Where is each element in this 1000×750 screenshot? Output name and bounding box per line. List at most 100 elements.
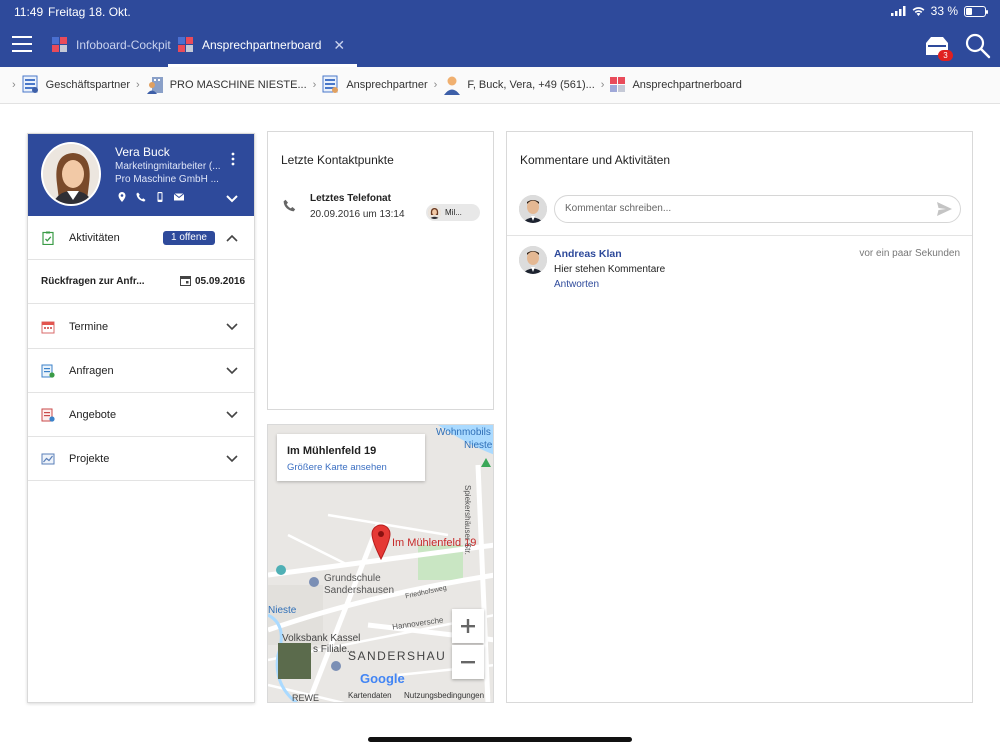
map-data-link[interactable]: Kartendaten [348, 691, 392, 700]
offer-document-icon [41, 408, 55, 422]
minus-icon [461, 661, 475, 664]
breadcrumb-item-person[interactable]: F, Buck, Vera, +49 (561)... [443, 75, 595, 95]
breadcrumb: › Geschäftspartner › PRO MASCHINE NIESTE… [0, 67, 1000, 104]
avatar [519, 246, 547, 274]
breadcrumb-item-company[interactable]: PRO MASCHINE NIESTE... [146, 75, 307, 95]
status-date: Freitag 18. Okt. [48, 5, 131, 19]
map-card[interactable]: Wohnmobils Nieste Im Mühlenfeld 19 Grund… [267, 424, 494, 703]
reply-link[interactable]: Antworten [554, 279, 599, 290]
chevron-up-icon[interactable] [226, 234, 238, 242]
map-label: REWE [292, 693, 319, 703]
phone-icon [283, 199, 296, 212]
section-label: Aktivitäten [69, 231, 120, 244]
breadcrumb-item-ansprechpartnerboard[interactable]: Ansprechpartnerboard [610, 77, 742, 93]
search-icon[interactable] [964, 32, 992, 60]
battery-icon [964, 5, 988, 17]
tab-ansprechpartnerboard[interactable]: Ansprechpartnerboard ✕ [167, 30, 358, 67]
person-icon [444, 76, 461, 95]
location-icon[interactable] [117, 192, 127, 202]
section-label: Termine [69, 320, 109, 333]
company-icon [146, 77, 163, 94]
map-info-box: Im Mühlenfeld 19 Größere Karte ansehen [277, 434, 425, 481]
breadcrumb-separator: › [12, 79, 16, 91]
map-label: Volksbank Kassel [282, 633, 361, 644]
status-right: 33 % [890, 4, 988, 18]
board-icon [52, 37, 68, 53]
zoom-in-button[interactable] [452, 609, 484, 643]
activity-item[interactable]: Rückfragen zur Anfr... 05.09.2016 [28, 260, 254, 304]
tab-infoboard-cockpit[interactable]: Infoboard-Cockpit [52, 30, 171, 60]
tab-label: Ansprechpartnerboard [202, 38, 322, 52]
close-icon[interactable]: ✕ [333, 37, 345, 54]
contact-actions [117, 192, 184, 202]
send-icon[interactable] [937, 202, 952, 216]
section-anfragen[interactable]: Anfragen [28, 349, 254, 393]
breadcrumb-label: Geschäftspartner [45, 79, 131, 91]
breadcrumb-separator: › [136, 79, 140, 91]
zoom-out-button[interactable] [452, 645, 484, 679]
map-label: SANDERSHAU [348, 649, 447, 663]
app-bar: 11:49 Freitag 18. Okt. 33 % Infoboard-Co… [0, 0, 1000, 67]
contact-company[interactable]: Pro Maschine GmbH ... [115, 174, 225, 185]
mobile-icon[interactable] [155, 192, 165, 202]
touchpoint-date: 20.09.2016 um 13:14 [310, 209, 405, 220]
employee-chip[interactable]: Mil... [426, 204, 480, 221]
map-label: Sandershausen [324, 585, 395, 596]
comment-author[interactable]: Andreas Klan [554, 248, 622, 260]
breadcrumb-label: PRO MASCHINE NIESTE... [169, 79, 307, 91]
signal-icon [890, 6, 906, 16]
status-bar: 11:49 Freitag 18. Okt. 33 % [0, 0, 1000, 22]
breadcrumb-label: Ansprechpartnerboard [632, 79, 742, 91]
touchpoints-card: Letzte Kontaktpunkte Letztes Telefonat 2… [267, 131, 494, 410]
menu-button[interactable] [12, 36, 32, 52]
more-options-icon[interactable] [229, 152, 237, 166]
map-label: Wohnmobils [436, 427, 491, 438]
breadcrumb-item-ansprechpartner[interactable]: Ansprechpartner [322, 75, 428, 95]
plus-icon [461, 619, 475, 633]
project-chart-icon [41, 453, 55, 464]
chevron-down-icon[interactable] [226, 366, 238, 375]
section-angebote[interactable]: Angebote [28, 393, 254, 437]
contact-role: Marketingmitarbeiter (... [115, 161, 221, 172]
board-icon [178, 37, 194, 53]
comment-input[interactable]: Kommentar schreiben... [554, 195, 961, 223]
chevron-down-icon[interactable] [225, 194, 239, 204]
chip-label: Mil... [445, 208, 462, 217]
avatar [428, 206, 441, 219]
inbox-badge: 3 [938, 50, 953, 61]
person-photo [43, 144, 99, 204]
battery-fill [966, 7, 972, 15]
section-label: Angebote [69, 408, 117, 421]
touchpoint-type: Letztes Telefonat [310, 193, 391, 204]
larger-map-link[interactable]: Größere Karte ansehen [287, 462, 387, 473]
mail-icon[interactable] [174, 192, 184, 202]
section-projekte[interactable]: Projekte [28, 437, 254, 481]
map-label: Spiekershäuser Str. [463, 485, 472, 555]
comments-card: Kommentare und Aktivitäten Kommentar sch… [506, 131, 973, 703]
card-title: Letzte Kontaktpunkte [281, 153, 394, 167]
chevron-down-icon[interactable] [226, 454, 238, 463]
map-label: Nieste [464, 440, 493, 451]
chevron-down-icon[interactable] [226, 410, 238, 419]
avatar [519, 195, 547, 223]
section-label: Anfragen [69, 364, 114, 377]
tab-label: Infoboard-Cockpit [76, 38, 171, 52]
card-title: Kommentare und Aktivitäten [520, 153, 671, 167]
breadcrumb-label: Ansprechpartner [346, 79, 428, 91]
chevron-down-icon[interactable] [226, 322, 238, 331]
breadcrumb-separator: › [312, 79, 317, 91]
open-count-badge: 1 offene [163, 231, 215, 245]
breadcrumb-item-geschaeftspartner[interactable]: Geschäftspartner [22, 75, 130, 95]
phone-icon[interactable] [136, 192, 146, 202]
status-time: 11:49 [14, 5, 44, 19]
breadcrumb-separator: › [433, 79, 438, 91]
breadcrumb-separator: › [600, 79, 605, 91]
map-label: Nieste [268, 605, 297, 616]
section-aktivitaeten[interactable]: Aktivitäten 1 offene [28, 216, 254, 260]
section-termine[interactable]: Termine [28, 305, 254, 349]
request-document-icon [41, 364, 55, 378]
list-icon [322, 75, 339, 93]
comment-text: Hier stehen Kommentare [554, 264, 666, 275]
section-label: Projekte [69, 452, 110, 465]
map-terms-link[interactable]: Nutzungsbedingungen [404, 691, 484, 700]
